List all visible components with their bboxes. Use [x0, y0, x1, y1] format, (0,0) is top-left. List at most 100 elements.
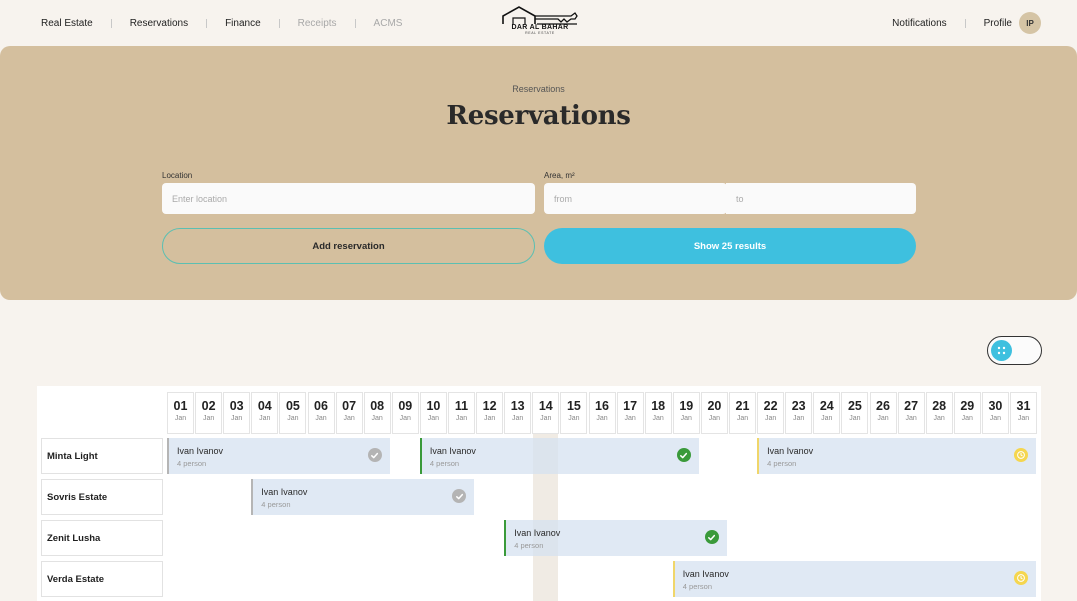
day-header[interactable]: 16 Jan [588, 392, 616, 434]
property-row-label[interactable]: Sovris Estate [41, 479, 163, 515]
day-month: Jan [427, 415, 440, 422]
day-month: Jan [877, 415, 889, 422]
nav-real-estate[interactable]: Real Estate [41, 18, 93, 29]
property-row-label[interactable]: Verda Estate [41, 561, 163, 597]
day-header[interactable]: 29 Jan [953, 392, 981, 434]
day-month: Jan [540, 415, 552, 422]
area-label: Area, m² [544, 171, 575, 180]
day-header[interactable]: 22 Jan [757, 392, 785, 434]
day-header[interactable]: 17 Jan [616, 392, 644, 434]
nav-divider [206, 19, 208, 28]
day-month: Jan [652, 415, 664, 422]
day-header[interactable]: 19 Jan [672, 392, 700, 434]
guest-count: 4 person [682, 582, 712, 591]
day-header[interactable]: 18 Jan [644, 392, 672, 434]
reservation-bar[interactable]: Ivan Ivanov 4 person [167, 438, 390, 474]
nav-divider [354, 19, 356, 28]
day-header[interactable]: 05 Jan [279, 392, 307, 434]
day-month: Jan [202, 415, 215, 422]
area-to-input[interactable]: to [726, 183, 916, 214]
guest-name: Ivan Ivanov [429, 446, 476, 456]
day-header[interactable]: 21 Jan [729, 392, 756, 434]
nav-acms[interactable]: ACMS [374, 18, 403, 29]
reservation-bar[interactable]: Ivan Ivanov 4 person [504, 520, 727, 556]
notifications-link[interactable]: Notifications [892, 18, 946, 29]
nav-divider [964, 18, 966, 28]
day-header[interactable]: 26 Jan [869, 392, 897, 434]
day-number: 18 [651, 399, 666, 413]
property-row-label[interactable]: Minta Light [41, 438, 163, 474]
grid-dots-icon [997, 346, 1006, 355]
nav-reservations[interactable]: Reservations [130, 18, 188, 29]
grid-view-knob[interactable] [991, 340, 1012, 361]
day-number: 16 [595, 399, 609, 413]
day-header[interactable]: 28 Jan [925, 392, 953, 434]
day-month: Jan [624, 415, 636, 422]
day-number: 04 [257, 399, 272, 413]
house-key-logo-icon [502, 6, 578, 25]
day-header[interactable]: 13 Jan [504, 392, 532, 434]
day-header[interactable]: 06 Jan [307, 392, 335, 434]
day-number: 10 [426, 399, 441, 413]
reservation-bar[interactable]: Ivan Ivanov 4 person [419, 438, 699, 474]
nav-receipts[interactable]: Receipts [298, 18, 337, 29]
profile-link[interactable]: Profile [984, 18, 1012, 29]
property-row-label[interactable]: Zenit Lusha [41, 520, 163, 556]
confirmed-check-icon [704, 530, 719, 544]
guest-count: 4 person [429, 459, 460, 468]
guest-name: Ivan Ivanov [261, 487, 308, 497]
day-month: Jan [849, 415, 861, 422]
day-header[interactable]: 15 Jan [560, 392, 588, 434]
guest-name: Ivan Ivanov [177, 446, 224, 456]
location-input[interactable]: Enter location [162, 183, 535, 214]
logo-subtitle: REAL ESTATE [525, 31, 555, 35]
day-header[interactable]: 24 Jan [813, 392, 841, 434]
day-header[interactable]: 30 Jan [981, 392, 1009, 434]
breadcrumb[interactable]: Reservations [0, 84, 1077, 94]
day-month: Jan [343, 415, 355, 422]
day-header[interactable]: 11 Jan [448, 392, 475, 434]
day-number: 24 [819, 399, 834, 413]
day-header[interactable]: 04 Jan [251, 392, 279, 434]
day-number: 31 [1016, 399, 1031, 413]
day-month: Jan [989, 415, 1002, 422]
day-header[interactable]: 31 Jan [1010, 392, 1037, 434]
day-header[interactable]: 09 Jan [391, 392, 419, 434]
filter-panel: Reservations Reservations Location Enter… [0, 46, 1077, 300]
day-month: Jan [399, 415, 411, 422]
logo-title: DAR AL BAHAR [511, 24, 569, 31]
day-header[interactable]: 02 Jan [195, 392, 223, 434]
day-header[interactable]: 08 Jan [363, 392, 391, 434]
area-from-input[interactable]: from [544, 183, 727, 214]
nav-finance[interactable]: Finance [225, 18, 261, 29]
day-number: 25 [847, 399, 862, 413]
nav-divider [110, 19, 112, 28]
reservation-bar[interactable]: Ivan Ivanov 4 person [251, 479, 475, 515]
day-header[interactable]: 14 Jan [532, 392, 560, 434]
brand-logo[interactable]: DAR AL BAHAR REAL ESTATE [500, 4, 580, 44]
day-header[interactable]: 01 Jan [167, 392, 194, 434]
day-header[interactable]: 12 Jan [476, 392, 504, 434]
day-number: 13 [510, 399, 525, 413]
avatar[interactable]: IP [1019, 12, 1041, 34]
day-header[interactable]: 03 Jan [223, 392, 251, 434]
day-number: 01 [173, 399, 188, 413]
reservation-bar[interactable]: Ivan Ivanov 4 person [672, 561, 1037, 597]
day-header[interactable]: 25 Jan [841, 392, 869, 434]
day-month: Jan [793, 415, 805, 422]
day-header[interactable]: 07 Jan [335, 392, 363, 434]
view-toggle[interactable] [987, 336, 1042, 365]
show-results-button[interactable]: Show 25 results [544, 228, 916, 264]
day-header[interactable]: 10 Jan [419, 392, 447, 434]
day-number: 21 [735, 399, 750, 413]
reservation-bar[interactable]: Ivan Ivanov 4 person [757, 438, 1037, 474]
day-header[interactable]: 20 Jan [700, 392, 728, 434]
day-month: Jan [680, 415, 692, 422]
guest-count: 4 person [767, 459, 797, 468]
day-header[interactable]: 27 Jan [897, 392, 925, 434]
day-month: Jan [961, 415, 973, 422]
reservation-calendar: 01 Jan 02 Jan 03 Jan 04 Jan 05 Jan 06 Jan 07 Jan 08 Jan… [37, 386, 1041, 601]
day-header[interactable]: 23 Jan [785, 392, 813, 434]
add-reservation-button[interactable]: Add reservation [162, 228, 535, 264]
day-month: Jan [259, 415, 271, 422]
